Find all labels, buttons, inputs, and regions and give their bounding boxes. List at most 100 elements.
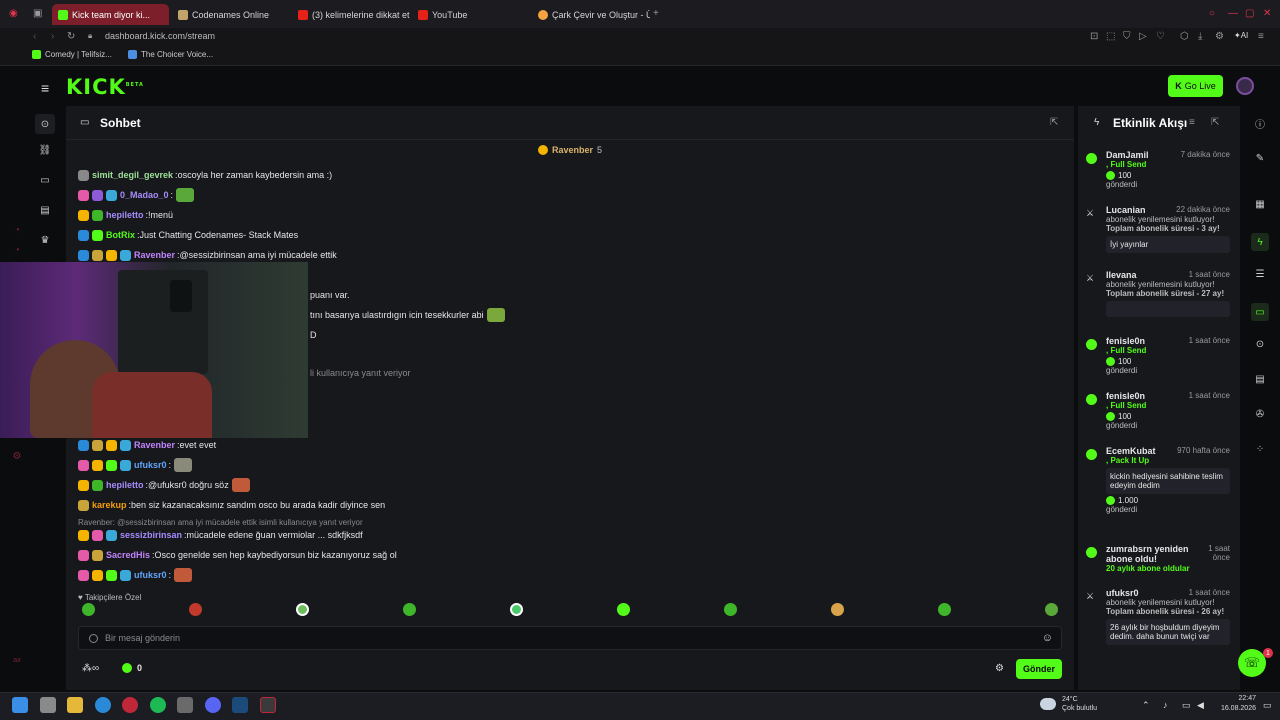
chat-username[interactable]: 0_Madao_0: [120, 190, 169, 200]
emote-icon[interactable]: [189, 603, 202, 616]
info-icon[interactable]: ⓘ: [1254, 117, 1266, 131]
bookmark-star-icon[interactable]: ⊡: [1090, 31, 1098, 42]
play-icon[interactable]: ▷: [1139, 31, 1147, 42]
tray-chevron-icon[interactable]: ⌃: [1142, 700, 1150, 711]
tab-codenames[interactable]: Codenames Online: [172, 4, 290, 25]
side-icon-b[interactable]: ◔: [10, 243, 24, 257]
chat-username[interactable]: karekup: [92, 500, 127, 510]
chat-username[interactable]: ufuksr0: [134, 570, 167, 580]
chat-input[interactable]: Bir mesaj gönderin ☺: [78, 626, 1062, 650]
feed-event[interactable]: fenisle0n 1 saat önce, Full Send 100 gönder…: [1086, 391, 1230, 430]
chat-username[interactable]: Ravenber: [134, 440, 175, 450]
chat-message[interactable]: ufuksr0:: [78, 566, 193, 584]
ai-icon[interactable]: ✦AI: [1234, 31, 1248, 40]
minimize-icon[interactable]: —: [1228, 8, 1238, 19]
broadcast-icon[interactable]: ⊙: [35, 114, 55, 134]
file-explorer-icon[interactable]: [67, 697, 83, 713]
chat-message[interactable]: SacredHis: Osco genelde sen hep kaybediyo…: [78, 546, 397, 564]
chat-message[interactable]: karekup: ben siz kazanacaksınız sandım os…: [78, 496, 385, 514]
discord-icon[interactable]: [205, 697, 221, 713]
search-icon[interactable]: ○: [1209, 8, 1215, 19]
back-icon[interactable]: ‹: [33, 31, 36, 42]
wrench-icon[interactable]: ✇: [1254, 408, 1266, 420]
side-icon-d[interactable]: ax: [10, 653, 24, 667]
feed-username[interactable]: zumrabsrn yeniden abone oldu!: [1106, 544, 1196, 564]
app-icon[interactable]: [177, 697, 193, 713]
trophy-icon[interactable]: ♛: [38, 233, 52, 247]
link-icon[interactable]: ⛓: [38, 143, 52, 157]
tab-list-icon[interactable]: ▣: [33, 8, 42, 19]
feed-event[interactable]: zumrabsrn yeniden abone oldu! 1 saat önce…: [1086, 544, 1230, 573]
volume-icon[interactable]: ◀: [1197, 700, 1204, 711]
popout-icon[interactable]: ⇱: [1050, 117, 1058, 128]
avatar[interactable]: [1236, 77, 1254, 95]
popout-icon[interactable]: ⇱: [1211, 117, 1219, 128]
emote-icon[interactable]: [82, 603, 95, 616]
bolt-rail-icon[interactable]: ϟ: [1251, 233, 1269, 251]
tab-youtube[interactable]: YouTube: [412, 4, 530, 25]
mic-icon[interactable]: ♪: [1163, 700, 1168, 710]
chat-username[interactable]: hepiletto: [106, 210, 144, 220]
chat-username[interactable]: simit_degil_gevrek: [92, 170, 173, 180]
hamburger-menu-icon[interactable]: ≡: [41, 80, 49, 96]
url-field[interactable]: dashboard.kick.com/stream: [105, 31, 215, 41]
steam-icon[interactable]: [232, 697, 248, 713]
feed-event[interactable]: ⚔ Lucanian 22 dakika önce abonelik yenileme…: [1086, 205, 1230, 253]
emoji-icon[interactable]: ☺: [1042, 632, 1053, 644]
shield-icon[interactable]: ⛉: [1123, 31, 1131, 42]
emote-icon[interactable]: [938, 603, 951, 616]
side-icon-a[interactable]: ◔: [10, 223, 24, 237]
emote-icon[interactable]: [403, 603, 416, 616]
feed-event[interactable]: ⚔ ufuksr0 1 saat önce abonelik yenilemesini…: [1086, 588, 1230, 645]
support-chat-icon[interactable]: ☏: [1238, 649, 1266, 677]
maximize-icon[interactable]: ▢: [1245, 8, 1254, 19]
chat-message[interactable]: puanı var.: [310, 286, 350, 304]
chat-message[interactable]: hepiletto: !menü: [78, 206, 173, 224]
feed-event[interactable]: ⚔ Ilevana 1 saat önce abonelik yenilemesini…: [1086, 270, 1230, 317]
extensions-icon[interactable]: ⬡: [1180, 31, 1189, 42]
broadcast-rail-icon[interactable]: ⊙: [1254, 338, 1266, 350]
chat-message[interactable]: sessizbirinsan: mücadele edene ğuan vermi…: [78, 526, 363, 544]
browser-logo-icon[interactable]: ◉: [9, 8, 18, 19]
emote-icon[interactable]: [831, 603, 844, 616]
emote-icon[interactable]: [1045, 603, 1058, 616]
feed-event[interactable]: DamJamil 7 dakika önce, Full Send 100 gönde…: [1086, 150, 1230, 189]
filter-icon[interactable]: ≡: [1189, 117, 1195, 128]
task-view-icon[interactable]: [40, 697, 56, 713]
kick-logo[interactable]: KICKBETA: [66, 75, 144, 99]
stack-icon[interactable]: ▤: [1254, 373, 1266, 385]
feed-event[interactable]: EcemKubat 970 hafta önce, Pack It Up kicki…: [1086, 446, 1230, 514]
new-tab-icon[interactable]: +: [653, 8, 659, 19]
close-icon[interactable]: ✕: [1263, 8, 1271, 19]
feed-event[interactable]: fenisle0n 1 saat önce, Full Send 100 gönder…: [1086, 336, 1230, 375]
chat-message[interactable]: tını basarıya ulastırdıgın icin tesekkur…: [310, 306, 505, 324]
tab-wheel[interactable]: Çark Çevir ve Oluştur - Üc: [532, 4, 650, 25]
chat-username[interactable]: SacredHis: [106, 550, 150, 560]
chat-rail-icon[interactable]: ▭: [1251, 303, 1269, 321]
edge-icon[interactable]: [95, 697, 111, 713]
emote-icon[interactable]: [296, 603, 309, 616]
chat-username[interactable]: ufuksr0: [134, 460, 167, 470]
list-icon[interactable]: ☰: [1254, 268, 1266, 280]
chat-settings-icon[interactable]: ⚙: [995, 663, 1004, 674]
settings-icon[interactable]: ⚙: [1215, 31, 1224, 42]
forward-icon[interactable]: ›: [51, 31, 54, 42]
tab-youtube-video[interactable]: (3) kelimelerine dikkat et: [292, 4, 410, 25]
chat-message[interactable]: hepiletto: @ufuksr0 doğru söz: [78, 476, 250, 494]
go-live-button[interactable]: K Go Live: [1168, 75, 1223, 97]
reload-icon[interactable]: ↻: [67, 31, 75, 42]
emote-icon[interactable]: [510, 603, 523, 616]
clock-time[interactable]: 22:47: [1224, 695, 1256, 702]
chat-message[interactable]: ufuksr0:: [78, 456, 193, 474]
infinity-icon[interactable]: ⁂∞: [82, 663, 99, 674]
chat-message[interactable]: Ravenber: evet evet: [78, 436, 216, 454]
spotify-icon[interactable]: [150, 697, 166, 713]
chat-message[interactable]: D: [310, 326, 317, 344]
pencil-icon[interactable]: ✎: [1254, 152, 1266, 164]
menu-icon[interactable]: ≡: [1258, 31, 1264, 42]
bookmark-choicer[interactable]: The Choicer Voice...: [128, 50, 213, 59]
network-icon[interactable]: ▭: [1182, 700, 1191, 711]
emote-icon[interactable]: [724, 603, 737, 616]
clock-date[interactable]: 16.08.2026: [1214, 705, 1256, 712]
nodes-icon[interactable]: ⁘: [1254, 443, 1266, 455]
